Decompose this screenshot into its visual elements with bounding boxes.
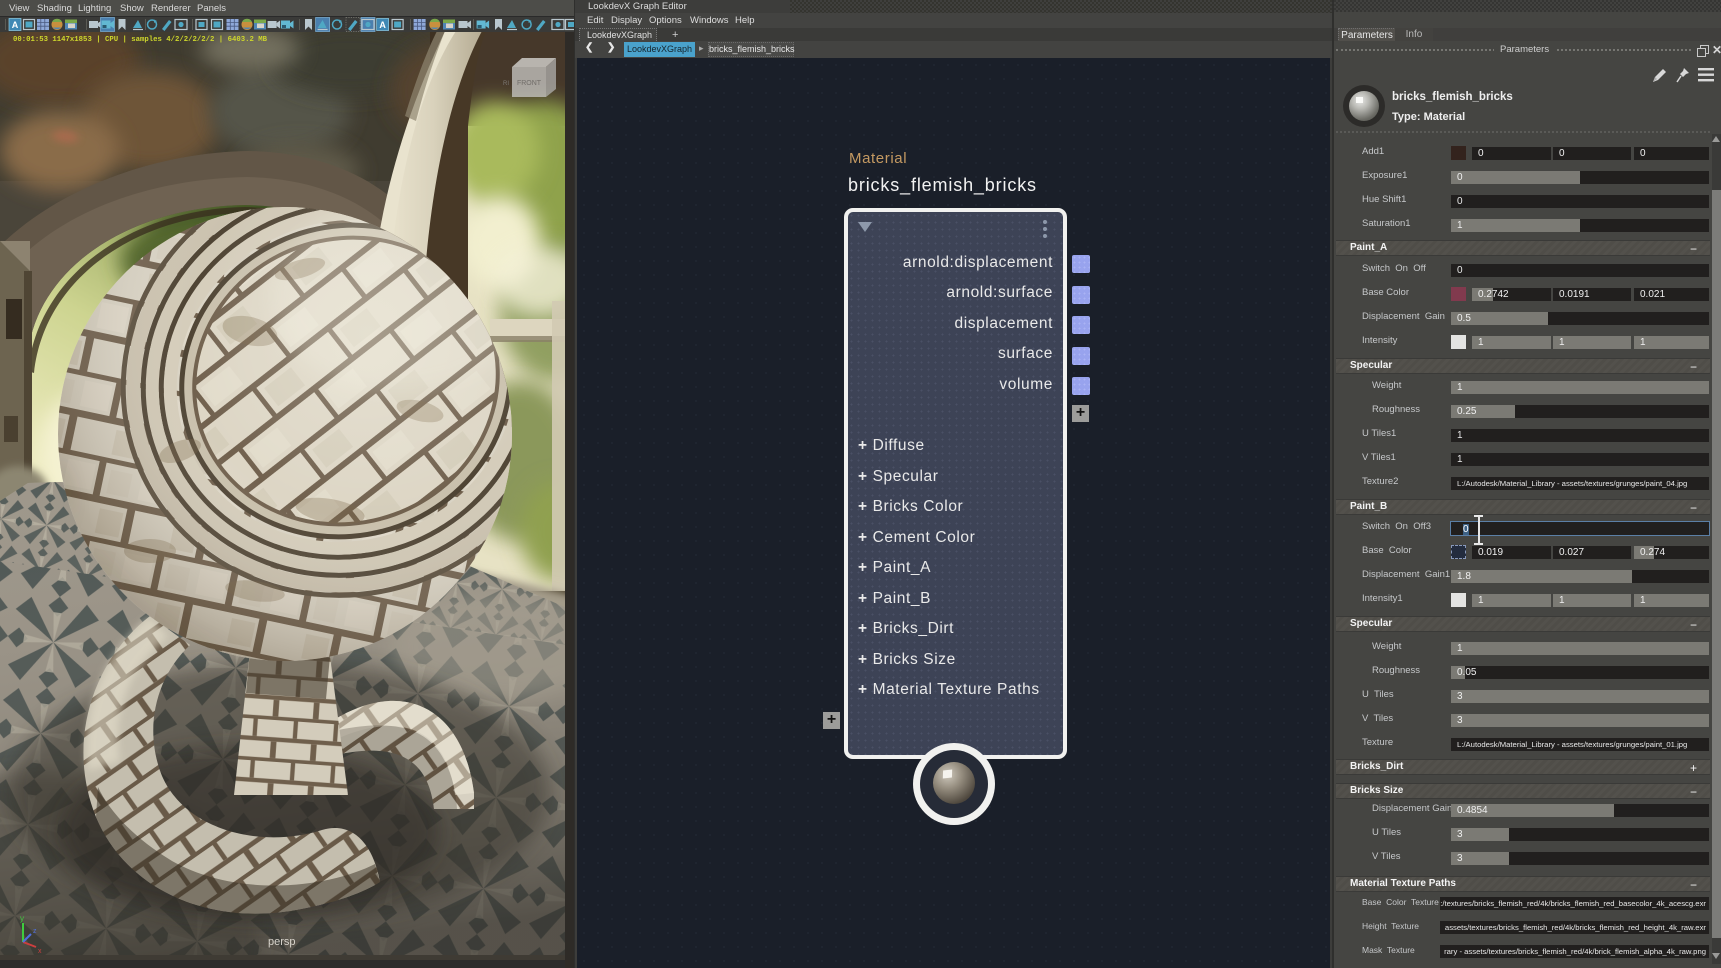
svg-text:A: A — [12, 20, 19, 30]
svg-text:FRONT: FRONT — [517, 80, 542, 87]
svg-text:x: x — [38, 948, 42, 955]
svg-text:y: y — [20, 914, 24, 923]
svg-text:A: A — [379, 20, 386, 30]
svg-text:z: z — [33, 928, 37, 935]
svg-text:RI: RI — [503, 81, 509, 87]
